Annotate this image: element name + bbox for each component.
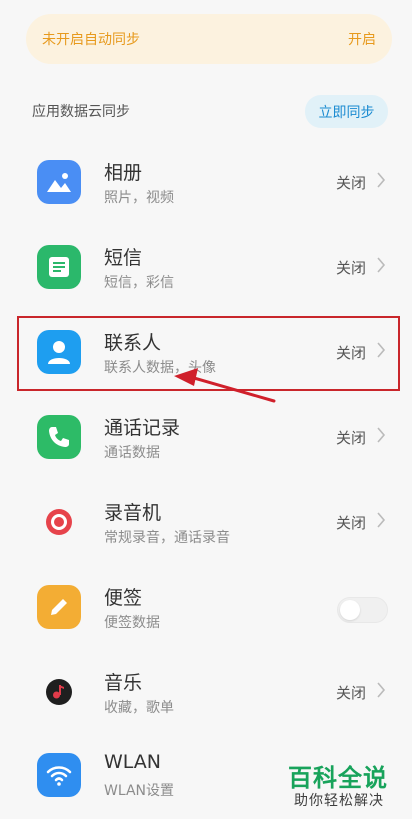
item-subtitle: 收藏，歌单	[104, 700, 174, 716]
notes-sync-toggle[interactable]	[337, 597, 388, 623]
sync-item-call-log[interactable]: 通话记录 通话数据 关闭	[0, 395, 412, 480]
message-icon	[37, 245, 81, 289]
item-title: WLAN	[104, 751, 162, 773]
item-subtitle: WLAN设置	[104, 783, 175, 799]
sync-item-music[interactable]: 音乐 收藏，歌单 关闭	[0, 650, 412, 735]
notes-icon	[37, 585, 81, 629]
toggle-knob	[340, 600, 360, 620]
item-subtitle: 短信，彩信	[104, 275, 174, 291]
item-status: 关闭	[336, 259, 367, 277]
banner-text: 未开启自动同步	[42, 32, 140, 48]
item-title: 音乐	[104, 672, 143, 694]
recorder-icon	[37, 500, 81, 544]
sync-item-notes[interactable]: 便签 便签数据	[0, 565, 412, 650]
auto-sync-banner[interactable]: 未开启自动同步 开启	[26, 14, 392, 64]
chevron-right-icon	[377, 682, 386, 698]
wifi-icon	[37, 753, 81, 797]
item-title: 便签	[104, 587, 143, 609]
item-status: 关闭	[336, 514, 367, 532]
watermark-subtitle: 助你轻松解决	[294, 793, 384, 809]
item-status: 关闭	[336, 429, 367, 447]
sync-item-gallery[interactable]: 相册 照片，视频 关闭	[0, 140, 412, 225]
item-subtitle: 通话数据	[104, 445, 160, 461]
enable-sync-button[interactable]: 开启	[348, 29, 376, 49]
item-subtitle: 常规录音，通话录音	[104, 530, 230, 546]
sync-now-button[interactable]: 立即同步	[305, 95, 388, 128]
item-title: 相册	[104, 162, 143, 184]
phone-icon	[37, 415, 81, 459]
item-status: 关闭	[336, 174, 367, 192]
section-title: 应用数据云同步	[32, 104, 130, 120]
music-icon	[37, 670, 81, 714]
chevron-right-icon	[377, 257, 386, 273]
chevron-right-icon	[377, 512, 386, 528]
item-title: 短信	[104, 247, 143, 269]
annotation-arrow-icon	[174, 368, 276, 403]
chevron-right-icon	[377, 172, 386, 188]
item-title: 通话记录	[104, 417, 181, 439]
gallery-icon	[37, 160, 81, 204]
item-subtitle: 便签数据	[104, 615, 160, 631]
watermark-title: 百科全说	[288, 764, 388, 792]
sync-item-recorder[interactable]: 录音机 常规录音，通话录音 关闭	[0, 480, 412, 565]
item-status: 关闭	[336, 684, 367, 702]
item-subtitle: 照片，视频	[104, 190, 174, 206]
sync-item-messages[interactable]: 短信 短信，彩信 关闭	[0, 225, 412, 310]
chevron-right-icon	[377, 427, 386, 443]
item-title: 录音机	[104, 502, 162, 524]
